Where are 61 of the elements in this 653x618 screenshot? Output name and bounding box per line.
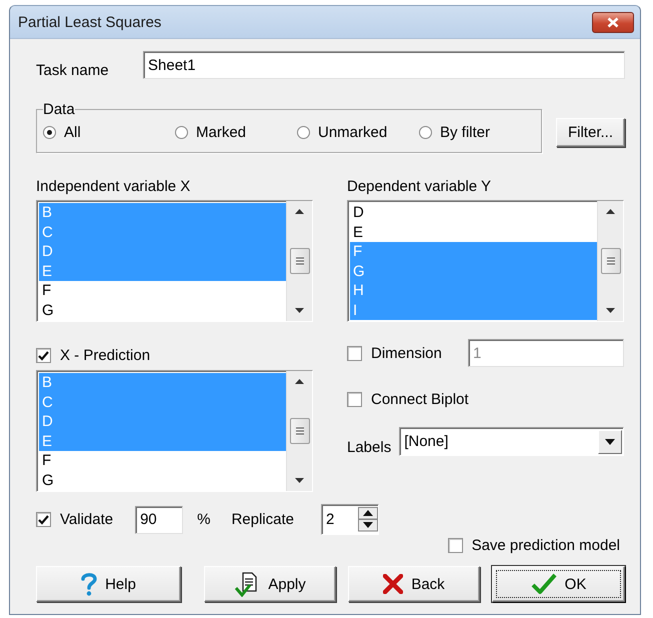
filter-button[interactable]: Filter...	[556, 118, 625, 147]
scrollbar[interactable]	[286, 371, 312, 491]
radio-label[interactable]: All	[64, 124, 81, 140]
checkmark-icon	[530, 573, 557, 595]
percent-field[interactable]: 90	[135, 506, 184, 534]
checkbox-label[interactable]: Save prediction model	[472, 537, 620, 554]
checkbox[interactable]	[36, 348, 51, 363]
close-icon[interactable]	[607, 16, 619, 28]
scroll-thumb[interactable]	[290, 248, 310, 274]
radio-label[interactable]: Unmarked	[318, 124, 388, 140]
scroll-thumb[interactable]	[600, 248, 620, 274]
caret-icon[interactable]	[605, 438, 615, 444]
scrollbar[interactable]	[597, 201, 623, 321]
scroll-down-icon[interactable]	[606, 308, 615, 313]
scroll-up-icon[interactable]	[295, 209, 304, 214]
scroll-up-icon[interactable]	[295, 379, 304, 384]
radio-button[interactable]	[297, 126, 310, 138]
radio-button[interactable]	[419, 126, 432, 138]
list-item[interactable]: G	[39, 470, 286, 490]
checkbox-label[interactable]: X - Prediction	[60, 347, 150, 364]
list-label: Dependent variable Y	[347, 178, 492, 195]
list-item[interactable]: D	[350, 203, 597, 222]
scrollbar[interactable]	[286, 201, 312, 321]
radio-label[interactable]: Marked	[196, 124, 246, 140]
list-item[interactable]: G	[39, 300, 286, 320]
radio-label[interactable]: By filter	[440, 124, 490, 140]
list-item[interactable]: E	[350, 222, 597, 242]
radio-button[interactable]	[175, 126, 188, 138]
group-title: Data	[43, 101, 75, 118]
scroll-up-icon[interactable]	[606, 209, 615, 214]
spin-arrows-icon[interactable]	[358, 507, 378, 532]
question-mark-icon	[81, 572, 98, 596]
close-button[interactable]	[592, 12, 634, 32]
checkbox-label[interactable]: Validate	[60, 511, 114, 528]
task-name-field[interactable]: Sheet1	[143, 51, 625, 79]
field-label: Labels	[347, 439, 392, 456]
help-button[interactable]: Help	[36, 566, 181, 602]
cross-icon	[383, 574, 404, 594]
checkbox[interactable]	[36, 512, 51, 527]
list-box[interactable]: B C D E F G	[36, 370, 313, 492]
replicate-spinner[interactable]: 2	[320, 504, 379, 535]
ok-button[interactable]: OK	[492, 566, 625, 602]
labels-dropdown[interactable]: [None]	[399, 427, 624, 456]
list-item[interactable]: F	[39, 451, 286, 470]
checkbox[interactable]	[448, 538, 463, 553]
scroll-down-icon[interactable]	[295, 308, 304, 313]
unit-label: %	[197, 511, 210, 528]
window-title: Partial Least Squares	[18, 14, 162, 30]
list-label: Independent variable X	[36, 178, 192, 195]
field-label: Replicate	[231, 511, 294, 528]
apply-button[interactable]: Apply	[204, 566, 336, 602]
back-button[interactable]: Back	[348, 566, 480, 602]
checkbox-label[interactable]: Connect Biplot	[371, 391, 469, 408]
list-box[interactable]: D E F G H I	[347, 200, 624, 322]
radio-button[interactable]	[43, 126, 56, 138]
checkbox[interactable]	[347, 392, 362, 407]
list-item[interactable]: F	[39, 281, 286, 300]
scroll-down-icon[interactable]	[295, 478, 304, 483]
scroll-thumb[interactable]	[290, 418, 310, 444]
field-label: Task name	[36, 62, 110, 78]
list-box[interactable]: B C D E F G	[36, 200, 313, 322]
